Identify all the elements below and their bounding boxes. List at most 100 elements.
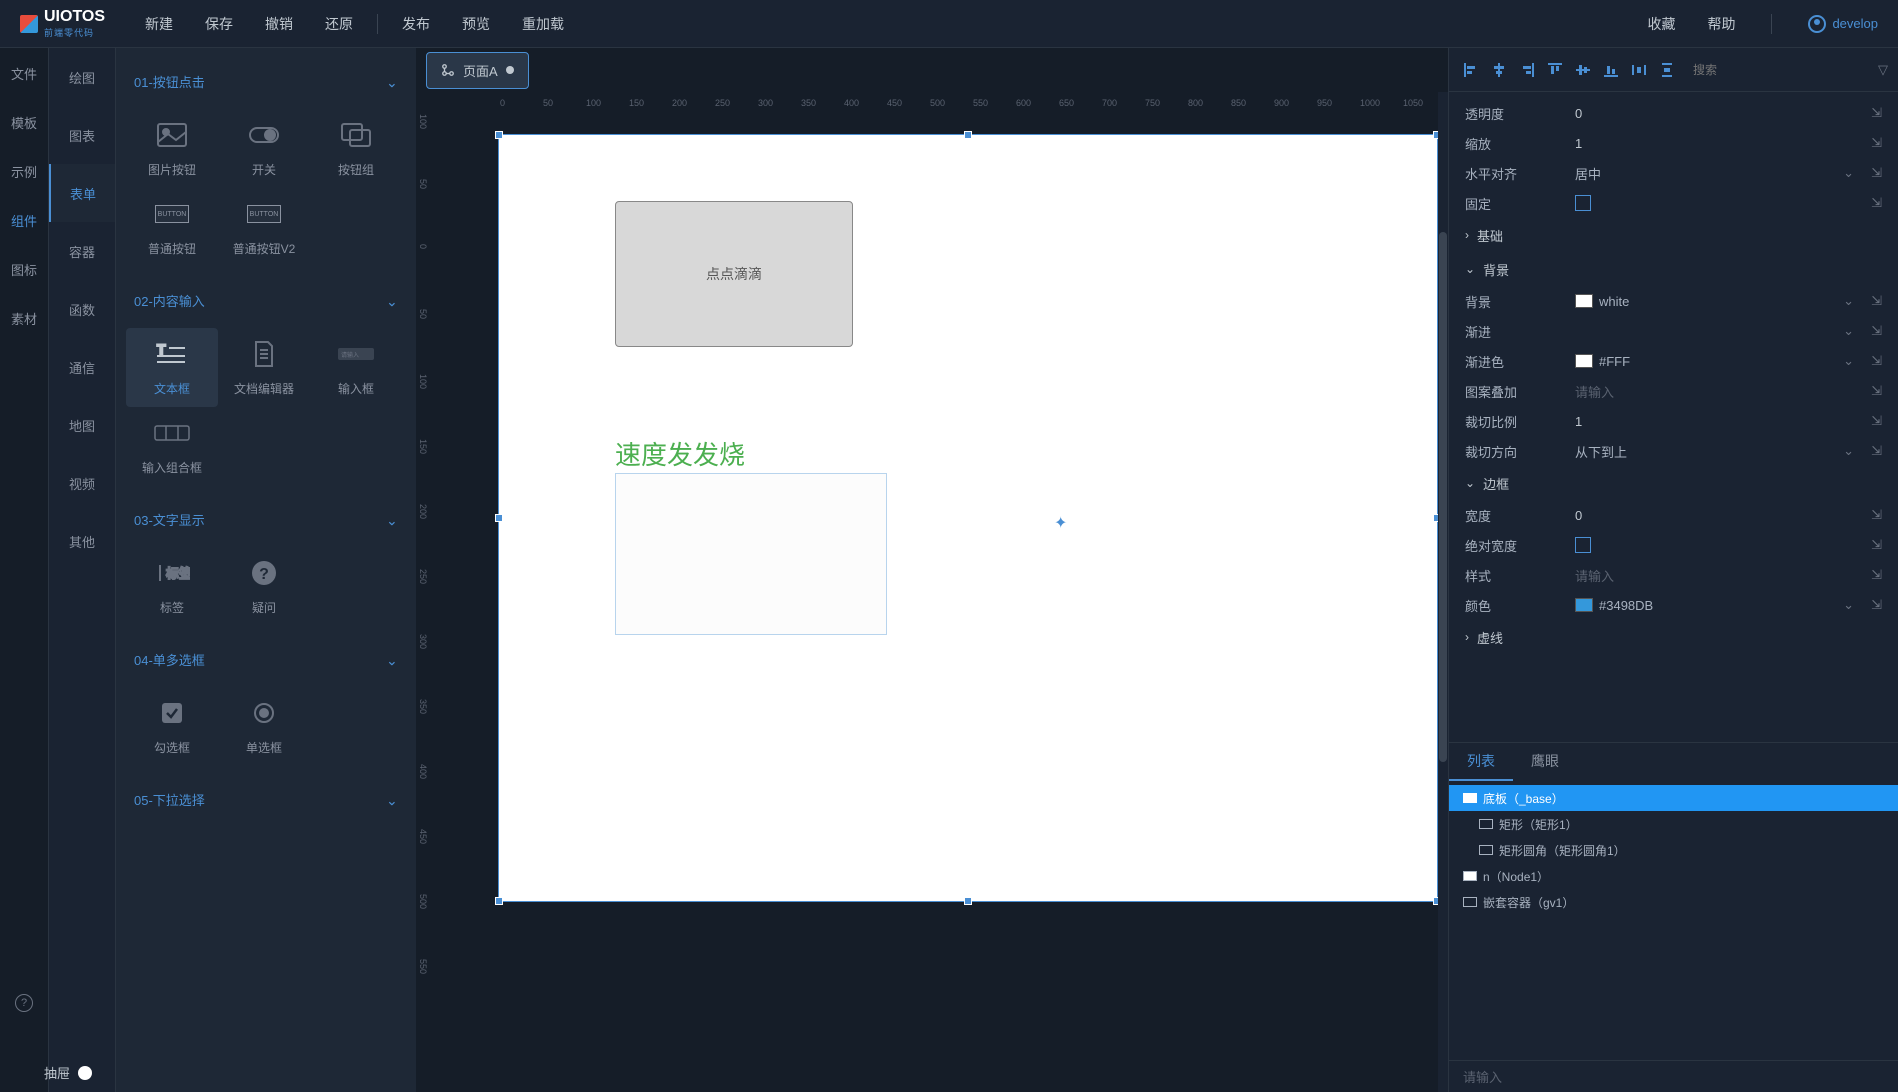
- menu-new[interactable]: 新建: [145, 14, 173, 34]
- prop-input[interactable]: 请输入: [1575, 566, 1862, 585]
- menu-favorite[interactable]: 收藏: [1647, 14, 1675, 34]
- hierarchy-item[interactable]: 矩形（矩形1）: [1449, 811, 1898, 837]
- tab-list[interactable]: 列表: [1449, 743, 1513, 781]
- selection-handle[interactable]: [495, 131, 503, 139]
- component-item[interactable]: ?疑问: [218, 547, 310, 626]
- component-item[interactable]: BUTTON普通按钮V2: [218, 188, 310, 267]
- component-item[interactable]: 文档编辑器: [218, 328, 310, 407]
- prop-select[interactable]: 居中⌄: [1575, 164, 1862, 183]
- hierarchy-item[interactable]: 矩形圆角（矩形圆角1）: [1449, 837, 1898, 863]
- component-item[interactable]: T文本框: [126, 328, 218, 407]
- checkbox[interactable]: [1575, 537, 1591, 553]
- component-item[interactable]: 输入组合框: [126, 407, 218, 486]
- component-item[interactable]: 开关: [218, 109, 310, 188]
- prop-value[interactable]: 1: [1575, 414, 1862, 429]
- selection-handle[interactable]: [964, 897, 972, 905]
- rail-example[interactable]: 示例: [11, 162, 37, 181]
- link-icon[interactable]: ⇲: [1862, 105, 1882, 121]
- selection-handle[interactable]: [495, 514, 503, 522]
- help-icon[interactable]: ?: [15, 994, 33, 1012]
- link-icon[interactable]: ⇲: [1862, 293, 1882, 309]
- distribute-v-icon[interactable]: [1655, 58, 1679, 82]
- prop-color[interactable]: #3498DB⌄: [1575, 597, 1862, 613]
- menu-reload[interactable]: 重加载: [522, 14, 564, 34]
- canvas-tab-active[interactable]: 页面A: [426, 52, 529, 89]
- link-icon[interactable]: ⇲: [1862, 507, 1882, 523]
- prop-value[interactable]: 0: [1575, 106, 1862, 121]
- menu-publish[interactable]: 发布: [402, 14, 430, 34]
- prop-input[interactable]: 请输入: [1575, 382, 1862, 401]
- drawer-toggle[interactable]: 抽屉: [44, 1063, 92, 1082]
- menu-save[interactable]: 保存: [205, 14, 233, 34]
- component-item[interactable]: BUTTON普通按钮: [126, 188, 218, 267]
- rail-file[interactable]: 文件: [11, 64, 37, 83]
- prop-select[interactable]: 从下到上⌄: [1575, 442, 1862, 461]
- link-icon[interactable]: ⇲: [1862, 413, 1882, 429]
- section-header[interactable]: 02-内容输入⌃: [116, 275, 416, 320]
- selection-handle[interactable]: [964, 131, 972, 139]
- link-icon[interactable]: ⇲: [1862, 567, 1882, 583]
- filter-icon[interactable]: ▽: [1878, 62, 1888, 78]
- distribute-h-icon[interactable]: [1627, 58, 1651, 82]
- section-header[interactable]: 04-单多选框⌃: [116, 634, 416, 679]
- canvas-viewport[interactable]: 点点滴滴 速度发发烧 ✦: [442, 114, 1448, 1092]
- align-top-icon[interactable]: [1543, 58, 1567, 82]
- hierarchy-item[interactable]: n（Node1）: [1449, 863, 1898, 889]
- link-icon[interactable]: ⇲: [1862, 537, 1882, 553]
- menu-undo[interactable]: 撤销: [265, 14, 293, 34]
- tab-eagle-eye[interactable]: 鹰眼: [1513, 743, 1577, 781]
- component-item[interactable]: 单选框: [218, 687, 310, 766]
- cat-map[interactable]: 地图: [49, 396, 115, 454]
- component-item[interactable]: 图片按钮: [126, 109, 218, 188]
- component-item[interactable]: 标签标签: [126, 547, 218, 626]
- link-icon[interactable]: ⇲: [1862, 135, 1882, 151]
- cat-comm[interactable]: 通信: [49, 338, 115, 396]
- shape-rounded-rect[interactable]: 点点滴滴: [615, 201, 853, 347]
- align-right-icon[interactable]: [1515, 58, 1539, 82]
- align-center-h-icon[interactable]: [1487, 58, 1511, 82]
- checkbox[interactable]: [1575, 195, 1591, 211]
- component-item[interactable]: 按钮组: [310, 109, 402, 188]
- prop-section-背景[interactable]: ⌄背景: [1449, 252, 1898, 286]
- link-icon[interactable]: ⇲: [1862, 443, 1882, 459]
- prop-section-边框[interactable]: ⌄边框: [1449, 466, 1898, 500]
- props-search-input[interactable]: [1693, 63, 1866, 77]
- align-center-v-icon[interactable]: [1571, 58, 1595, 82]
- cat-form[interactable]: 表单: [49, 164, 115, 222]
- prop-value[interactable]: 0: [1575, 508, 1862, 523]
- link-icon[interactable]: ⇲: [1862, 353, 1882, 369]
- link-icon[interactable]: ⇲: [1862, 165, 1882, 181]
- menu-redo[interactable]: 还原: [325, 14, 353, 34]
- cat-container[interactable]: 容器: [49, 222, 115, 280]
- artboard[interactable]: 点点滴滴 速度发发烧 ✦: [498, 134, 1438, 902]
- rail-material[interactable]: 素材: [11, 309, 37, 328]
- scrollbar-thumb[interactable]: [1439, 232, 1447, 762]
- rail-icon[interactable]: 图标: [11, 260, 37, 279]
- rail-template[interactable]: 模板: [11, 113, 37, 132]
- align-bottom-icon[interactable]: [1599, 58, 1623, 82]
- section-header[interactable]: 03-文字显示⌃: [116, 494, 416, 539]
- shape-text[interactable]: 速度发发烧: [615, 435, 745, 472]
- component-item[interactable]: 请输入输入框: [310, 328, 402, 407]
- rail-component[interactable]: 组件: [11, 211, 37, 230]
- cat-chart[interactable]: 图表: [49, 106, 115, 164]
- link-icon[interactable]: ⇲: [1862, 195, 1882, 211]
- scrollbar-vertical[interactable]: [1438, 92, 1448, 1092]
- cat-video[interactable]: 视频: [49, 454, 115, 512]
- section-header[interactable]: 05-下拉选择⌃: [116, 774, 416, 819]
- cat-draw[interactable]: 绘图: [49, 48, 115, 106]
- align-left-icon[interactable]: [1459, 58, 1483, 82]
- link-icon[interactable]: ⇲: [1862, 323, 1882, 339]
- link-icon[interactable]: ⇲: [1862, 383, 1882, 399]
- section-header[interactable]: 01-按钮点击⌃: [116, 56, 416, 101]
- user-info[interactable]: develop: [1808, 15, 1878, 33]
- prop-value[interactable]: 1: [1575, 136, 1862, 151]
- link-icon[interactable]: ⇲: [1862, 597, 1882, 613]
- menu-preview[interactable]: 预览: [462, 14, 490, 34]
- prop-section-虚线[interactable]: ›虚线: [1449, 620, 1898, 654]
- prop-section-基础[interactable]: ›基础: [1449, 218, 1898, 252]
- component-item[interactable]: 勾选框: [126, 687, 218, 766]
- hierarchy-item[interactable]: 嵌套容器（gv1）: [1449, 889, 1898, 915]
- shape-textbox[interactable]: [615, 473, 887, 635]
- menu-help[interactable]: 帮助: [1707, 14, 1735, 34]
